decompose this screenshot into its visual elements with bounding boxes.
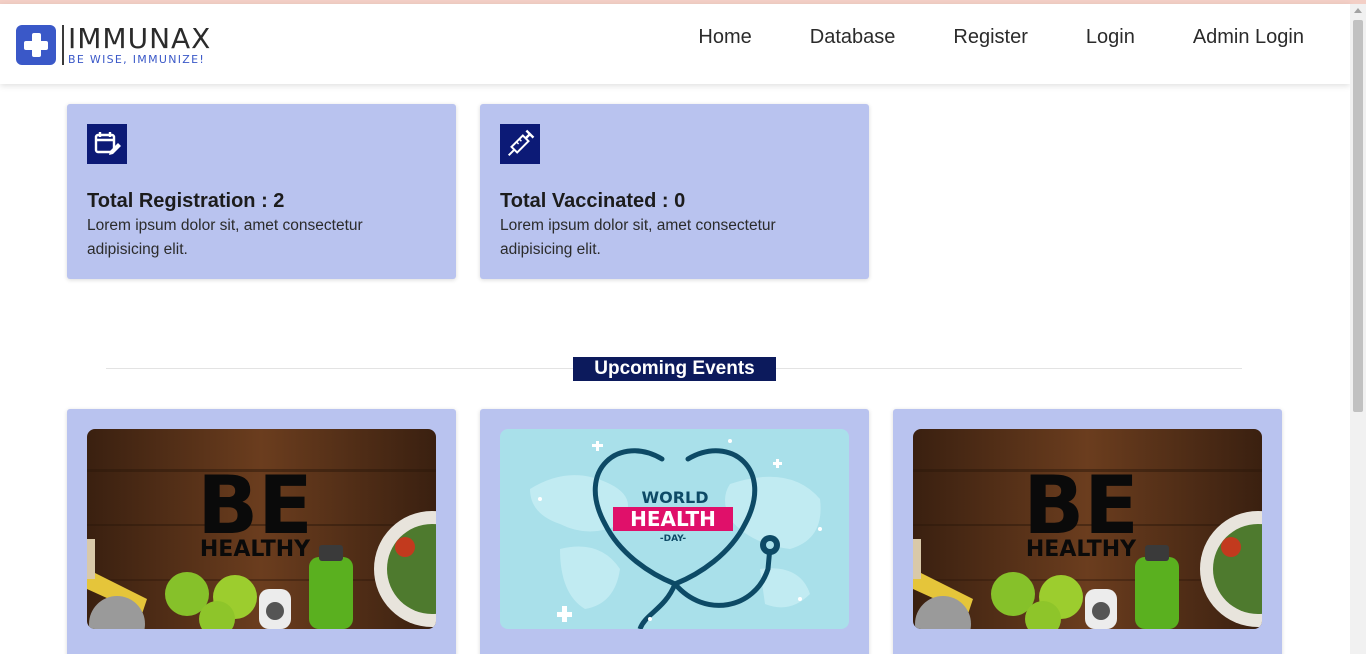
event-card[interactable]: WORLD HEALTH -DAY- [480, 409, 869, 654]
poster-text-health: HEALTH [630, 507, 716, 531]
vertical-scrollbar[interactable] [1350, 4, 1366, 654]
syringe-icon [500, 124, 540, 164]
navbar: IMMUNAX BE WISE, IMMUNIZE! Home Database… [0, 4, 1350, 84]
stat-description: Lorem ipsum dolor sit, amet consectetur … [500, 217, 776, 258]
upcoming-events-heading: Upcoming Events [573, 357, 776, 381]
stat-title: Total Vaccinated : 0 [500, 190, 686, 212]
be-healthy-poster[interactable]: BE HEALTHY [87, 429, 436, 629]
event-card[interactable]: BE HEALTHY [893, 409, 1282, 654]
logo-divider [62, 25, 64, 65]
brand-tagline: BE WISE, IMMUNIZE! [68, 52, 206, 66]
poster-text-healthy: HEALTHY [1026, 537, 1137, 562]
nav-admin-login-link[interactable]: Admin Login [1193, 26, 1304, 49]
world-health-day-poster[interactable]: WORLD HEALTH -DAY- [500, 429, 849, 629]
be-healthy-poster[interactable]: BE HEALTHY [913, 429, 1262, 629]
nav-home-link[interactable]: Home [698, 26, 751, 49]
medical-cross-icon [16, 25, 56, 65]
nav-login-link[interactable]: Login [1086, 26, 1135, 49]
nav-links: Home Database Register Login Admin Login [640, 26, 1304, 49]
poster-text-day: -DAY- [660, 534, 687, 544]
scroll-up-icon[interactable] [1354, 8, 1362, 13]
brand-name: IMMUNAX [68, 21, 212, 55]
poster-text-healthy: HEALTHY [200, 537, 311, 562]
event-card[interactable]: BE HEALTHY [67, 409, 456, 654]
scroll-thumb[interactable] [1353, 20, 1363, 412]
stat-card-vaccinated: Total Vaccinated : 0 Lorem ipsum dolor s… [480, 104, 869, 279]
stat-description: Lorem ipsum dolor sit, amet consectetur … [87, 217, 363, 258]
poster-text-world: WORLD [641, 488, 708, 507]
stat-title: Total Registration : 2 [87, 190, 285, 212]
nav-register-link[interactable]: Register [953, 26, 1027, 49]
calendar-edit-icon [87, 124, 127, 164]
nav-database-link[interactable]: Database [810, 26, 896, 49]
brand-logo[interactable]: IMMUNAX BE WISE, IMMUNIZE! [16, 24, 211, 66]
stat-card-registrations: Total Registration : 2 Lorem ipsum dolor… [67, 104, 456, 279]
